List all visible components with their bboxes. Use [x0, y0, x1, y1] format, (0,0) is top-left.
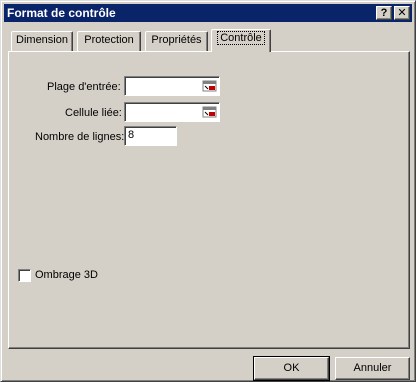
rows-label: Nombre de lignes: [35, 131, 125, 143]
title-bar[interactable]: Format de contrôle ? ✕ [4, 4, 412, 22]
controle-panel: Plage d'entrée: Cellule liée: Nombre de … [8, 51, 410, 349]
question-icon: ? [380, 7, 388, 19]
range-selector-icon[interactable] [202, 78, 218, 94]
input-range-label: Plage d'entrée: [47, 81, 121, 93]
shading-checkbox[interactable] [18, 269, 31, 282]
tab-label: Contrôle [217, 31, 265, 45]
tab-label: Protection [84, 34, 134, 46]
tab-protection[interactable]: Protection [77, 31, 141, 51]
help-button[interactable]: ? [376, 6, 392, 20]
close-icon: ✕ [397, 7, 407, 19]
linked-cell-field[interactable] [124, 102, 220, 122]
tab-controle[interactable]: Contrôle [211, 29, 271, 52]
tab-proprietes[interactable]: Propriétés [145, 31, 208, 51]
input-range-field[interactable] [124, 76, 220, 96]
close-button[interactable]: ✕ [394, 6, 410, 20]
dialog-window: Format de contrôle ? ✕ Dimension Protect… [0, 0, 416, 382]
tab-label: Dimension [16, 34, 68, 46]
tab-dimension[interactable]: Dimension [11, 31, 73, 51]
cancel-button[interactable]: Annuler [335, 357, 410, 380]
tab-label: Propriétés [151, 34, 202, 46]
dialog-title: Format de contrôle [7, 6, 116, 20]
rows-field[interactable]: 8 [124, 126, 177, 146]
range-selector-icon[interactable] [202, 104, 218, 120]
ok-button[interactable]: OK [253, 356, 330, 381]
linked-cell-label: Cellule liée: [65, 107, 122, 119]
shading-label[interactable]: Ombrage 3D [35, 267, 98, 283]
